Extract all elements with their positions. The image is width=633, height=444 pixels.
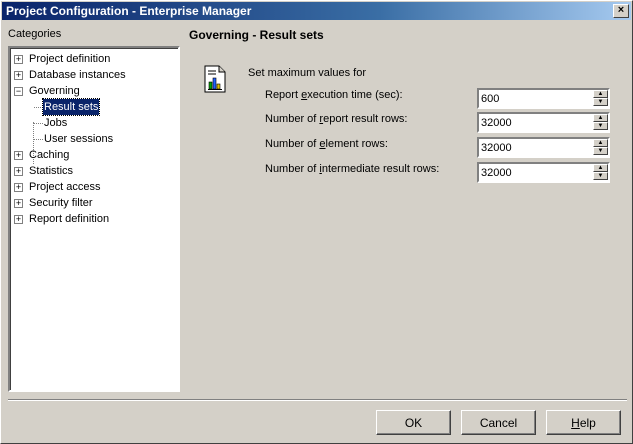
report-result-rows-spinner[interactable]: ▲ ▼ [477,112,610,133]
report-chart-icon [204,65,226,93]
intermediate-result-rows-input[interactable] [480,165,594,180]
expand-icon[interactable]: + [14,199,23,208]
tree-item-label: Governing [29,85,80,97]
spin-up-icon[interactable]: ▲ [593,139,608,147]
collapse-icon[interactable]: − [14,87,23,96]
tree-item-label: Statistics [29,165,74,177]
tree-item-label: User sessions [44,133,114,145]
spin-up-icon[interactable]: ▲ [593,114,608,122]
report-result-rows-label: Number of report result rows: [265,113,408,125]
expand-icon[interactable]: + [14,151,23,160]
spin-down-icon[interactable]: ▼ [593,172,608,180]
element-rows-spinner[interactable]: ▲ ▼ [477,137,610,158]
title-bar[interactable]: Project Configuration - Enterprise Manag… [2,2,631,20]
separator [8,399,627,401]
ok-button[interactable]: OK [376,410,451,435]
tree-item-label: Project access [29,181,101,193]
close-button[interactable]: × [613,4,629,18]
spin-up-icon[interactable]: ▲ [593,90,608,98]
tree-connector [34,107,43,109]
spin-down-icon[interactable]: ▼ [593,122,608,130]
cancel-button[interactable]: Cancel [461,410,536,435]
expand-icon[interactable]: + [14,183,23,192]
window-title: Project Configuration - Enterprise Manag… [6,4,252,18]
tree-item-label: Result sets [41,98,101,116]
help-button[interactable]: Help [546,410,621,435]
spin-up-icon[interactable]: ▲ [593,164,608,172]
expand-icon[interactable]: + [14,71,23,80]
categories-tree[interactable]: + Project definition + Database instance… [8,46,180,392]
expand-icon[interactable]: + [14,55,23,64]
tree-item-label: Project definition [29,53,111,65]
spin-down-icon[interactable]: ▼ [593,147,608,155]
tree-item-label: Caching [29,149,70,161]
panel-heading: Governing - Result sets [189,28,324,42]
report-execution-time-input[interactable] [480,91,594,106]
intermediate-result-rows-label: Number of intermediate result rows: [265,163,440,175]
tree-connector [34,139,43,141]
group-label: Set maximum values for [248,67,366,79]
expand-icon[interactable]: + [14,215,23,224]
element-rows-label: Number of element rows: [265,138,388,150]
element-rows-input[interactable] [480,140,594,155]
tree-connector [34,123,43,125]
tree-item-label: Jobs [44,117,68,129]
report-execution-time-spinner[interactable]: ▲ ▼ [477,88,610,109]
dialog-window: Project Configuration - Enterprise Manag… [0,0,633,444]
report-result-rows-input[interactable] [480,115,594,130]
report-execution-time-label: Report execution time (sec): [265,89,403,101]
tree-item-label: Security filter [29,197,93,209]
categories-label: Categories [8,28,62,40]
intermediate-result-rows-spinner[interactable]: ▲ ▼ [477,162,610,183]
tree-item-label: Database instances [29,69,126,81]
spin-down-icon[interactable]: ▼ [593,98,608,106]
expand-icon[interactable]: + [14,167,23,176]
tree-item-label: Report definition [29,213,110,225]
